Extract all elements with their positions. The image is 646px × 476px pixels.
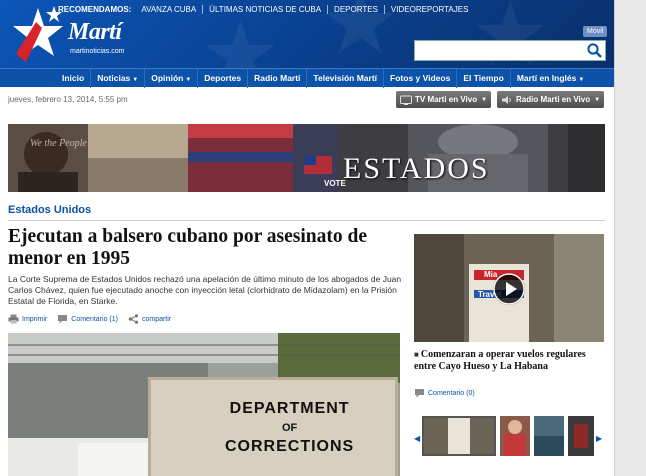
share-link[interactable]: compartir — [142, 316, 171, 323]
nav-label: Martí en Inglés — [516, 72, 577, 83]
mobile-link[interactable]: Móvil — [583, 26, 608, 37]
recommend-link-videoreportajes[interactable]: VIDEOREPORTAJES — [383, 5, 475, 14]
video-camera-icon: ■ — [414, 350, 421, 359]
nav-item-radio-marti[interactable]: Radio Martí — [248, 68, 308, 88]
recommend-bar: RECOMENDAMOS: AVANZA CUBA ÚLTIMAS NOTICI… — [58, 5, 474, 14]
carousel-thumb-active[interactable] — [422, 416, 496, 456]
nav-item-opinion[interactable]: Opinión ▼ — [145, 68, 199, 88]
recommend-label: RECOMENDAMOS: — [58, 5, 132, 14]
nav-label: Opinión — [151, 72, 184, 83]
nav-item-fotos-videos[interactable]: Fotos y Videos — [384, 68, 458, 88]
recommend-link-deportes[interactable]: DEPORTES — [327, 5, 384, 14]
recommend-link-ultimas-noticias[interactable]: ÚLTIMAS NOTICIAS DE CUBA — [202, 5, 327, 14]
thumb-image — [448, 418, 470, 454]
nav-item-television-marti[interactable]: Televisión Martí — [307, 68, 385, 88]
banner-wtp-text: We the People — [30, 138, 87, 149]
nav-label: Inicio — [62, 72, 85, 83]
section-link[interactable]: Estados Unidos — [8, 204, 91, 216]
tv-live-button[interactable]: TV Marti en Vivo ▼ — [396, 91, 492, 108]
tv-icon — [400, 95, 412, 105]
radio-live-button[interactable]: Radio Marti en Vivo ▼ — [497, 91, 605, 108]
article-headline[interactable]: Ejecutan a balsero cubano por asesinato … — [8, 226, 398, 270]
search-icon[interactable] — [586, 42, 603, 59]
nav-label: Deportes — [204, 72, 242, 83]
caret-down-icon: ▼ — [594, 96, 601, 103]
tv-live-label: TV Marti en Vivo — [415, 95, 478, 104]
sign-line: DEPARTMENT — [229, 400, 350, 417]
share-icon — [128, 314, 139, 324]
search-input[interactable] — [415, 41, 585, 61]
comment-icon — [58, 315, 68, 324]
carousel-next-icon[interactable]: ▶ — [596, 434, 602, 443]
sign-line: CORRECTIONS — [225, 438, 355, 455]
corrections-sign: DEPARTMENT OF CORRECTIONS — [148, 377, 398, 476]
nav-label: Radio Martí — [254, 72, 301, 83]
nav-item-marti-ingles[interactable]: Martí en Inglés ▼ — [511, 69, 590, 88]
nav-label: Televisión Martí — [313, 72, 378, 83]
comments-link[interactable]: Comentario (1) — [71, 316, 118, 323]
nav-item-deportes[interactable]: Deportes — [198, 68, 249, 88]
thumb-image — [504, 434, 526, 456]
nav-item-el-tiempo[interactable]: El Tiempo — [457, 68, 511, 88]
nav-label: Noticias — [97, 72, 131, 83]
comment-icon — [415, 389, 424, 398]
search-box — [414, 40, 606, 61]
caret-down-icon: ▼ — [132, 76, 139, 83]
video-title-text: Comenzaran a operar vuelos regulares ent… — [414, 349, 586, 372]
article-tools: Imprimir Comentario (1) compartir — [8, 314, 181, 324]
background-star-icon: ★ — [200, 5, 281, 68]
brand-name: Martí — [68, 19, 122, 45]
video-player[interactable]: Mia Travel — [414, 234, 604, 342]
carousel-thumb[interactable] — [568, 416, 594, 456]
section-banner: VOTE We the People ESTADOS UNIDOS — [8, 124, 605, 192]
current-date: jueves, febrero 13, 2014, 5:55 pm — [8, 95, 128, 104]
play-icon[interactable] — [493, 273, 525, 305]
nav-label: El Tiempo — [463, 72, 504, 83]
video-title[interactable]: ■ Comenzaran a operar vuelos regulares e… — [414, 349, 604, 373]
carousel-prev-icon[interactable]: ◀ — [414, 434, 420, 443]
caret-down-icon: ▼ — [481, 96, 488, 103]
page-scroll-gutter[interactable] — [614, 0, 646, 476]
nav-label: Fotos y Videos — [390, 72, 451, 83]
nav-item-noticias[interactable]: Noticias ▼ — [91, 68, 146, 88]
caret-down-icon: ▼ — [578, 76, 585, 83]
sign-text: DEPARTMENT OF CORRECTIONS — [225, 400, 354, 456]
banner-title: ESTADOS UNIDOS — [343, 152, 490, 192]
sign-line: OF — [281, 422, 298, 434]
page: ★ ★ ★ Martí martinoticias.com RECOMENDAM… — [0, 0, 646, 476]
divider — [8, 220, 605, 221]
carousel-thumb[interactable] — [500, 416, 530, 456]
carousel-thumb[interactable] — [534, 416, 564, 456]
video-carousel: ◀ ▶ — [414, 406, 604, 466]
video-comments-label: Comentario (0) — [428, 389, 475, 397]
radio-live-label: Radio Marti en Vivo — [516, 95, 591, 104]
article-summary: La Corte Suprema de Estados Unidos recha… — [8, 274, 402, 306]
speaker-icon — [502, 95, 511, 104]
thumb-image — [574, 424, 588, 448]
recommend-link-avanza-cuba[interactable]: AVANZA CUBA — [135, 5, 202, 14]
nav-item-inicio[interactable]: Inicio — [56, 68, 92, 88]
print-icon — [8, 314, 19, 324]
thumb-image — [508, 420, 522, 434]
caret-down-icon: ▼ — [185, 76, 192, 83]
thumb-image — [534, 436, 564, 456]
article-photo[interactable]: DEPARTMENT OF CORRECTIONS — [8, 333, 400, 476]
print-link[interactable]: Imprimir — [22, 316, 47, 323]
video-sign-text: Mia — [484, 270, 498, 279]
brand-url: martinoticias.com — [70, 48, 125, 55]
main-nav: Inicio Noticias ▼ Opinión ▼ Deportes Radio… — [0, 68, 614, 88]
video-comments[interactable]: Comentario (0) — [414, 388, 475, 398]
site-header: ★ ★ ★ Martí martinoticias.com RECOMENDAM… — [0, 0, 614, 68]
